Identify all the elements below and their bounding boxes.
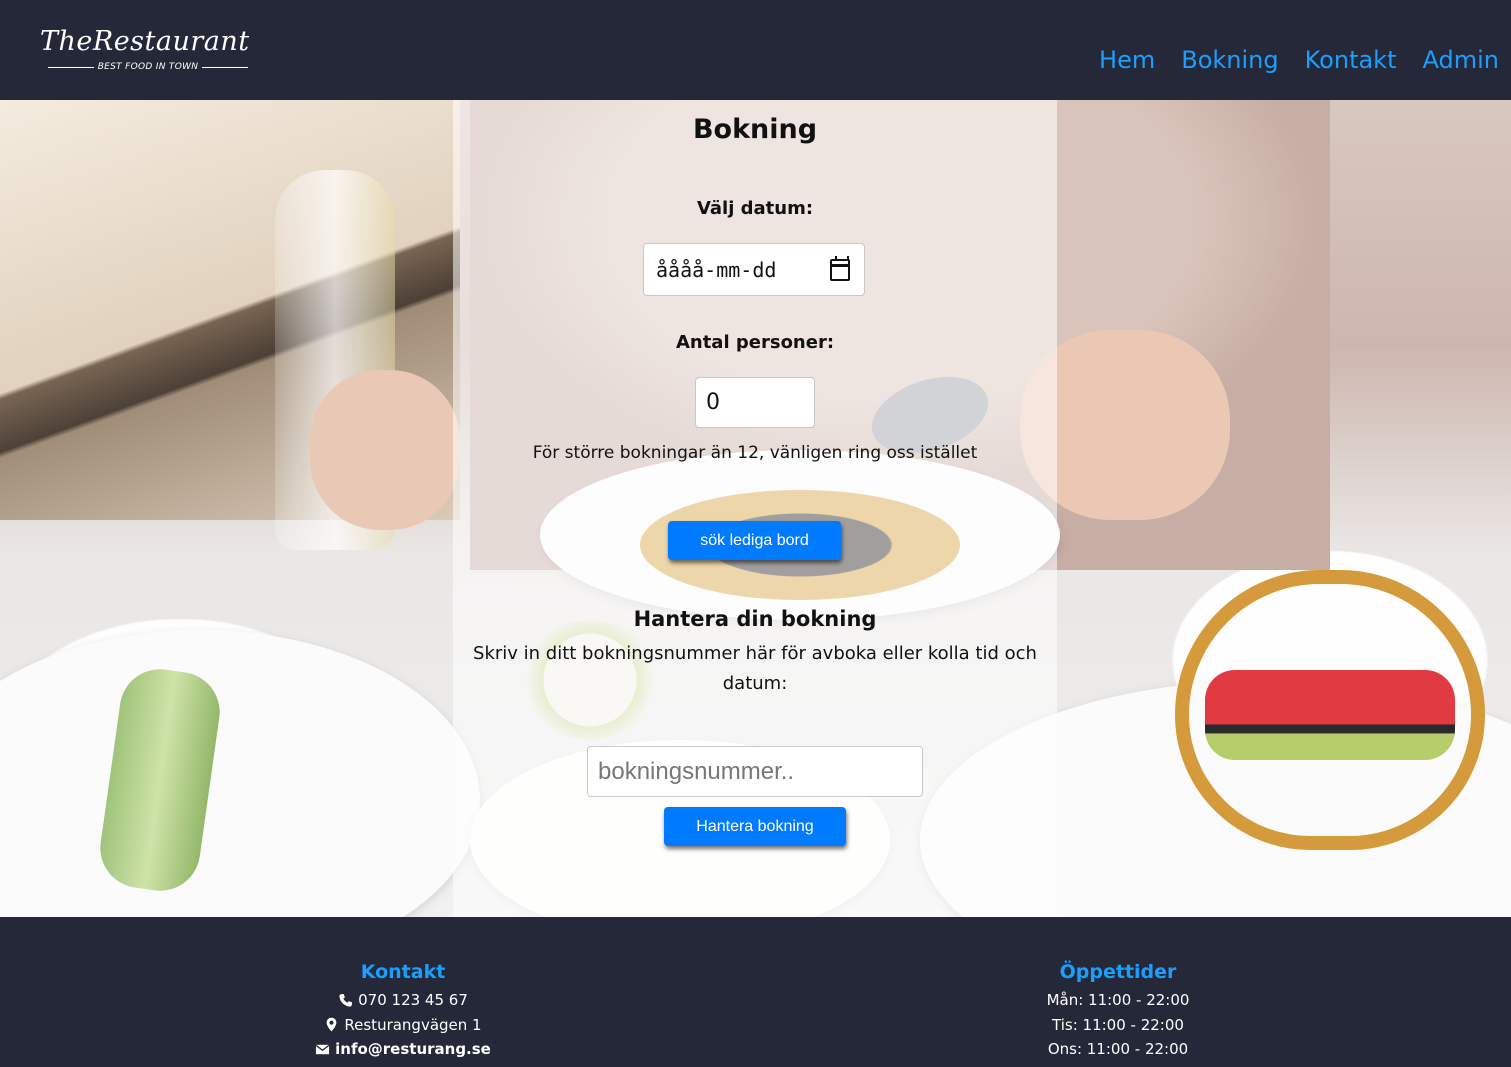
- footer-contact: Kontakt 070 123 45 67 Resturangvägen 1 i…: [253, 961, 553, 1062]
- footer-address-text: Resturangvägen 1: [344, 1015, 482, 1034]
- envelope-icon: [315, 1044, 330, 1054]
- hero-background-image: Bokning Välj datum: åååå-mm-dd Antal per…: [0, 100, 1511, 917]
- bg-plate: [0, 630, 480, 917]
- footer-contact-title: Kontakt: [360, 961, 446, 983]
- manage-booking-description: Skriv in ditt bokningsnummer här för avb…: [473, 643, 1037, 694]
- logo-tagline: BEST FOOD IN TOWN: [97, 62, 199, 72]
- booking-number-placeholder: bokningsnummer..: [598, 757, 795, 785]
- phone-icon: [339, 993, 353, 1007]
- footer-hours-line: Ons: 11:00 - 22:00: [1047, 1040, 1189, 1058]
- nav-link-kontakt[interactable]: Kontakt: [1305, 46, 1397, 74]
- footer-hours-title: Öppettider: [1059, 961, 1177, 983]
- site-header: TheRestaurant BEST FOOD IN TOWN Hem Bokn…: [0, 0, 1511, 100]
- logo-divider: [202, 66, 249, 68]
- persons-label: Antal personer:: [675, 332, 835, 353]
- persons-input[interactable]: 0: [695, 377, 815, 428]
- footer-hours-line: Tis: 11:00 - 22:00: [1052, 1015, 1184, 1034]
- map-marker-icon: [327, 1018, 337, 1032]
- nav-link-hem[interactable]: Hem: [1099, 46, 1155, 74]
- manage-booking-title: Hantera din bokning: [633, 607, 877, 631]
- footer-email: info@resturang.se: [253, 1037, 553, 1062]
- nav-link-bokning[interactable]: Bokning: [1181, 46, 1278, 74]
- footer-phone-text: 070 123 45 67: [358, 991, 468, 1009]
- footer-phone: 070 123 45 67: [253, 988, 553, 1013]
- date-label: Välj datum:: [696, 198, 814, 219]
- footer-email-text[interactable]: info@resturang.se: [335, 1037, 491, 1062]
- site-footer: Kontakt 070 123 45 67 Resturangvägen 1 i…: [0, 917, 1511, 1067]
- calendar-icon[interactable]: [830, 256, 850, 281]
- logo[interactable]: TheRestaurant BEST FOOD IN TOWN: [40, 26, 265, 78]
- main-nav: Hem Bokning Kontakt Admin: [1099, 46, 1499, 74]
- nav-link-admin[interactable]: Admin: [1423, 46, 1500, 74]
- manage-booking-button[interactable]: Hantera bokning: [664, 807, 846, 846]
- logo-divider: [48, 66, 94, 68]
- footer-hours-line: Mån: 11:00 - 22:00: [1046, 991, 1190, 1009]
- logo-title: TheRestaurant: [40, 26, 250, 57]
- search-tables-button[interactable]: sök lediga bord: [668, 521, 841, 560]
- large-booking-note: För större bokningar än 12, vänligen rin…: [532, 443, 978, 463]
- booking-number-input[interactable]: bokningsnummer..: [587, 746, 923, 797]
- page-title: Bokning: [692, 114, 818, 145]
- bg-hand: [310, 370, 460, 530]
- logo-tagline-row: BEST FOOD IN TOWN: [48, 60, 249, 74]
- bg-tartare: [1205, 670, 1455, 760]
- footer-address: Resturangvägen 1: [253, 1013, 553, 1038]
- footer-hours: Öppettider Mån: 11:00 - 22:00 Tis: 11:00…: [968, 961, 1268, 1062]
- date-input-value: åååå-mm-dd: [656, 257, 777, 282]
- date-input[interactable]: åååå-mm-dd: [643, 243, 865, 296]
- persons-input-value: 0: [706, 390, 720, 415]
- booking-panel: Bokning Välj datum: åååå-mm-dd Antal per…: [453, 100, 1057, 917]
